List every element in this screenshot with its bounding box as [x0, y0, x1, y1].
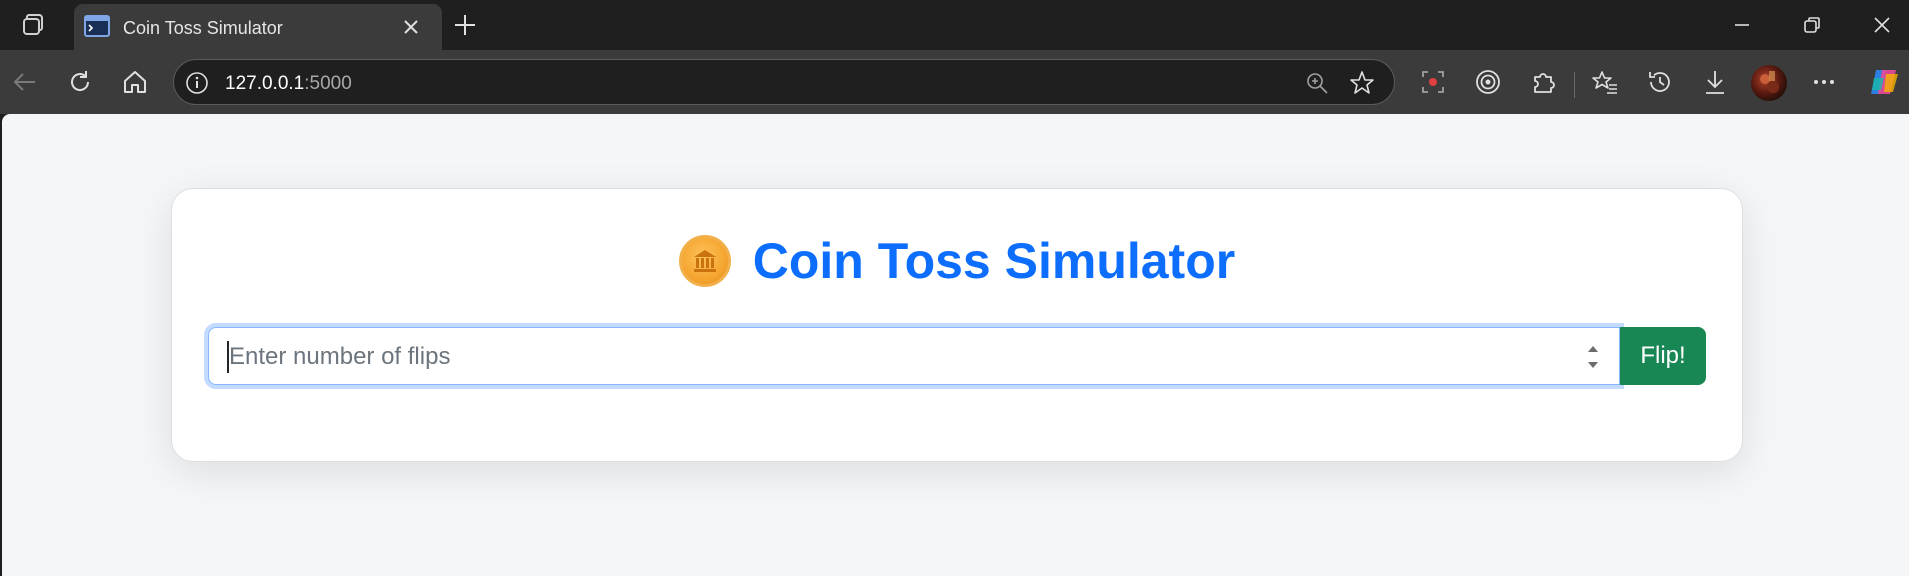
- restore-icon[interactable]: [1792, 10, 1832, 40]
- flips-input-placeholder: Enter number of flips: [229, 343, 451, 370]
- browser-toolbar: 127.0.0.1:5000: [0, 50, 1909, 114]
- window-close-icon[interactable]: [1862, 10, 1902, 40]
- flip-button[interactable]: Flip!: [1620, 327, 1706, 385]
- toolbar-divider: [1574, 72, 1575, 98]
- favorites-icon[interactable]: [1588, 65, 1622, 99]
- flips-input[interactable]: Enter number of flips: [208, 327, 1620, 385]
- page-title: Coin Toss Simulator: [752, 233, 1236, 289]
- zoom-icon[interactable]: [1304, 70, 1330, 96]
- active-tab[interactable]: Coin Toss Simulator: [74, 4, 442, 50]
- flip-form: Enter number of flips Flip!: [208, 327, 1708, 385]
- simulator-card: Coin Toss Simulator Enter number of flip…: [171, 188, 1743, 462]
- history-icon[interactable]: [1643, 65, 1677, 99]
- address-bar[interactable]: 127.0.0.1:5000: [173, 59, 1395, 105]
- browser-tab-strip: Coin Toss Simulator: [0, 0, 1909, 50]
- info-icon[interactable]: [184, 70, 210, 96]
- download-icon[interactable]: [1698, 65, 1732, 99]
- minimize-icon[interactable]: [1722, 10, 1762, 40]
- avatar[interactable]: [1751, 65, 1787, 101]
- screen-capture-icon[interactable]: [1416, 65, 1450, 99]
- tab-title: Coin Toss Simulator: [123, 18, 283, 38]
- number-spinner[interactable]: [1585, 342, 1601, 372]
- page-viewport: Coin Toss Simulator Enter number of flip…: [2, 114, 1909, 576]
- workspaces-icon[interactable]: [14, 10, 50, 40]
- plus-icon[interactable]: [450, 10, 480, 40]
- close-icon[interactable]: [400, 16, 422, 38]
- star-icon[interactable]: [1348, 69, 1376, 97]
- more-icon[interactable]: [1807, 65, 1841, 99]
- url-text: 127.0.0.1:5000: [225, 73, 352, 94]
- bank-coin-icon: [678, 235, 731, 287]
- puzzle-icon[interactable]: [1526, 65, 1560, 99]
- terminal-window-icon: [84, 15, 110, 37]
- back-arrow-icon[interactable]: [8, 65, 42, 99]
- tracking-prevention-icon[interactable]: [1471, 65, 1505, 99]
- home-icon[interactable]: [118, 65, 152, 99]
- copilot-icon[interactable]: [1866, 64, 1902, 100]
- reload-icon[interactable]: [63, 65, 97, 99]
- page-heading: Coin Toss Simulator: [172, 233, 1742, 289]
